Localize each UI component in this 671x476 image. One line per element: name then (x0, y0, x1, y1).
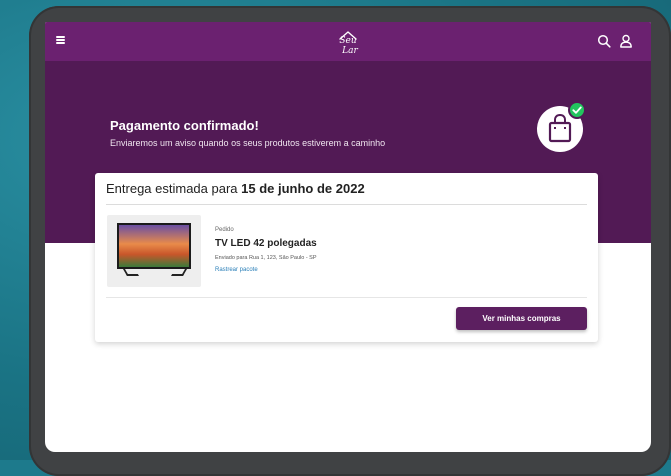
tv-stand-left (122, 269, 140, 276)
order-label: Pedido (215, 227, 234, 233)
track-package-link[interactable]: Rastrear pacote (215, 267, 258, 273)
delivery-date: 15 de junho de 2022 (241, 181, 365, 196)
seu-lar-logo[interactable]: Seu Lar (331, 28, 365, 56)
user-icon[interactable] (619, 34, 633, 48)
divider (106, 204, 587, 205)
shipping-address: Enviado para Rua 1, 123, São Paulo - SP (215, 255, 317, 261)
app-screen: Seu Lar Pagamento confirmado! Enviaremos… (45, 22, 651, 452)
tv-stand-right (170, 269, 188, 276)
search-icon[interactable] (597, 34, 611, 48)
confirmation-title: Pagamento confirmado! (110, 118, 259, 133)
tv-screen-image (117, 223, 191, 269)
delivery-estimate-prefix: Entrega estimada para (106, 181, 242, 196)
order-summary-card: Entrega estimada para 15 de junho de 202… (95, 173, 598, 342)
top-navigation-bar: Seu Lar (45, 22, 651, 61)
divider (106, 297, 587, 298)
check-icon (572, 106, 582, 114)
view-orders-button[interactable]: Ver minhas compras (456, 307, 587, 330)
logo-text-top: Seu (339, 36, 356, 46)
product-name: TV LED 42 polegadas (215, 238, 317, 249)
success-check-badge (568, 101, 586, 119)
hamburger-menu-icon[interactable] (56, 36, 65, 44)
delivery-estimate: Entrega estimada para 15 de junho de 202… (106, 181, 365, 196)
logo-text-bottom: Lar (341, 46, 358, 56)
confirmation-subtitle: Enviaremos um aviso quando os seus produ… (110, 138, 386, 148)
product-image (107, 215, 201, 287)
